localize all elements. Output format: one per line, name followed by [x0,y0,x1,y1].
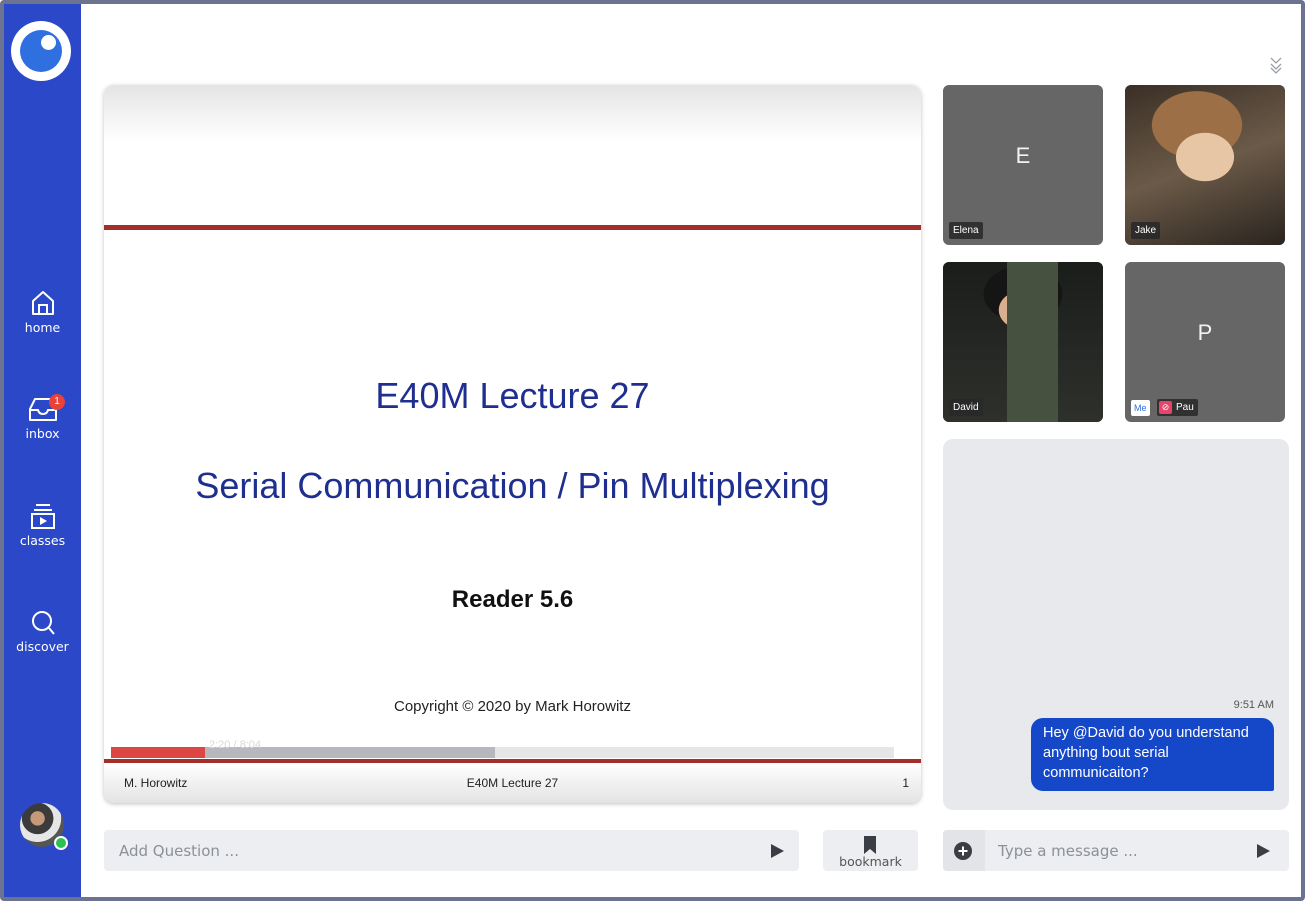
bookmark-icon [864,836,876,854]
chat-panel: 9:51 AM Hey @David do you understand any… [943,439,1289,810]
participant-name: Elena [949,222,983,239]
chat-composer[interactable] [943,830,1289,871]
participant-photo [1125,85,1285,245]
progress-played [111,747,205,758]
slide-top-rule [104,225,921,230]
participant-tile-elena[interactable]: E Elena [943,85,1103,245]
bookmark-button[interactable]: bookmark [823,830,918,871]
search-icon [31,611,55,635]
sidebar-item-label: classes [19,533,66,548]
logo-eye-icon [20,30,62,72]
send-question-icon[interactable] [770,844,784,858]
slide-title: E40M Lecture 27 [375,375,650,416]
collapse-chevron-icon[interactable] [1269,55,1283,75]
chat-message-input[interactable] [998,830,1238,871]
online-status-indicator [54,836,68,850]
sidebar-item-home[interactable]: home [4,288,81,335]
add-attachment-button[interactable] [943,830,985,871]
home-icon [31,291,54,315]
classes-icon [30,504,55,529]
slide-reader: Reader 5.6 [451,586,574,613]
app-logo[interactable] [11,21,71,81]
slide-copyright: Copyright © 2020 by Mark Horowitz [394,698,631,715]
message-timestamp: 9:51 AM [1233,699,1274,711]
sidebar-item-label: discover [16,639,69,654]
bookmark-label: bookmark [839,854,902,869]
video-time: 2:20 / 8:04 [209,739,261,751]
send-message-icon[interactable] [1256,844,1270,858]
question-field[interactable] [104,830,799,871]
participant-name: Jake [1131,222,1161,239]
slide-header-gradient [104,85,921,141]
participant-photo [943,262,1103,422]
slide-subtitle: Serial Communication / Pin Multiplexing [195,465,830,506]
sidebar: home 1 inbox classes discover [4,4,81,897]
participant-tile-david[interactable]: David [943,262,1103,422]
participant-name: Pau [1176,402,1194,413]
question-input[interactable] [119,830,739,871]
sidebar-item-discover[interactable]: discover [4,609,81,654]
sidebar-item-label: home [24,320,61,335]
participant-tile-jake[interactable]: Jake [1125,85,1285,245]
me-tag: Me [1131,400,1150,416]
sidebar-item-classes[interactable]: classes [4,501,81,548]
chat-message: Hey @David do you understand anything bo… [1031,718,1274,791]
participant-initial: E [1015,143,1031,168]
participant-initial: P [1197,320,1213,345]
participant-name: David [949,399,983,416]
participant-name-tag: ⊘ Pau [1157,399,1198,416]
plus-circle-icon [954,842,972,860]
sidebar-item-inbox[interactable]: 1 inbox [4,394,81,441]
lecture-video-player[interactable]: E40M Lecture 27 Serial Communication / P… [104,85,921,803]
participant-tile-pau[interactable]: P Me ⊘ Pau [1125,262,1285,422]
inbox-badge: 1 [49,394,65,410]
mic-muted-icon: ⊘ [1159,401,1172,414]
slide-footer: M. Horowitz E40M Lecture 27 1 [104,763,921,803]
footer-page-number: 1 [902,776,909,790]
sidebar-item-label: inbox [25,426,60,441]
footer-title: E40M Lecture 27 [466,776,559,790]
